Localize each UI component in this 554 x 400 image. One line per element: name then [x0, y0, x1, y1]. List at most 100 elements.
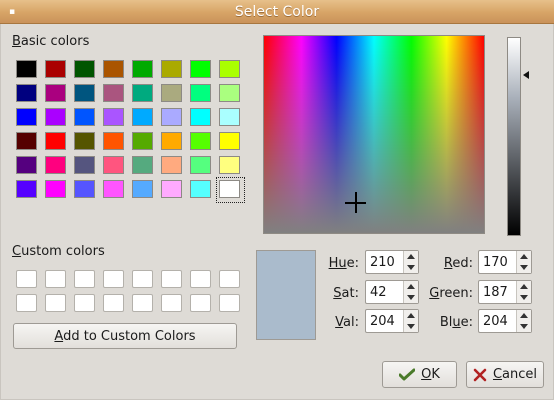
basic-color-swatch[interactable] — [72, 82, 101, 106]
custom-color-slot[interactable] — [217, 268, 246, 292]
basic-colors-grid — [14, 58, 245, 203]
green-down-arrow-icon[interactable] — [520, 295, 528, 300]
basic-color-swatch[interactable] — [14, 106, 43, 130]
basic-color-swatch[interactable] — [43, 106, 72, 130]
basic-color-swatch[interactable] — [43, 178, 72, 202]
val-spinbox[interactable]: 204 — [365, 309, 419, 333]
green-spinbox[interactable]: 187 — [478, 280, 532, 304]
swatch-fill — [219, 132, 240, 150]
custom-color-slot[interactable] — [130, 292, 159, 316]
basic-color-swatch[interactable] — [72, 106, 101, 130]
custom-color-slot[interactable] — [188, 268, 217, 292]
swatch-fill — [16, 60, 37, 78]
basic-color-swatch[interactable] — [159, 178, 188, 202]
val-up-arrow-icon[interactable] — [407, 313, 415, 318]
basic-color-swatch[interactable] — [188, 106, 217, 130]
blue-down-arrow-icon[interactable] — [520, 324, 528, 329]
basic-color-swatch[interactable] — [14, 82, 43, 106]
basic-color-swatch[interactable] — [188, 178, 217, 202]
basic-color-swatch[interactable] — [72, 154, 101, 178]
sat-spinbox[interactable]: 42 — [365, 280, 419, 304]
basic-color-swatch[interactable] — [72, 58, 101, 82]
cancel-button[interactable]: Cancel — [466, 361, 544, 388]
custom-color-slot[interactable] — [43, 268, 72, 292]
basic-color-swatch[interactable] — [43, 154, 72, 178]
basic-color-swatch[interactable] — [188, 82, 217, 106]
basic-colors-label: Basic colors — [12, 34, 90, 49]
luminance-pointer-icon[interactable] — [523, 71, 529, 79]
swatch-fill — [190, 156, 211, 174]
basic-color-swatch[interactable] — [14, 154, 43, 178]
basic-color-swatch[interactable] — [217, 58, 246, 82]
custom-color-slot[interactable] — [188, 292, 217, 316]
blue-up-arrow-icon[interactable] — [520, 313, 528, 318]
basic-color-swatch[interactable] — [217, 82, 246, 106]
basic-color-swatch[interactable] — [14, 178, 43, 202]
val-label: Val: — [335, 315, 359, 330]
custom-color-slot[interactable] — [101, 292, 130, 316]
custom-color-slot[interactable] — [14, 268, 43, 292]
basic-color-swatch[interactable] — [130, 106, 159, 130]
basic-color-swatch[interactable] — [101, 106, 130, 130]
basic-color-swatch[interactable] — [130, 178, 159, 202]
crosshair-cursor-icon[interactable] — [345, 192, 366, 213]
hue-down-arrow-icon[interactable] — [407, 265, 415, 270]
basic-color-swatch[interactable] — [101, 178, 130, 202]
sat-up-arrow-icon[interactable] — [407, 284, 415, 289]
val-down-arrow-icon[interactable] — [407, 324, 415, 329]
custom-color-slot[interactable] — [14, 292, 43, 316]
red-down-arrow-icon[interactable] — [520, 265, 528, 270]
blue-spinbox[interactable]: 204 — [478, 309, 532, 333]
basic-color-swatch[interactable] — [159, 130, 188, 154]
basic-color-swatch[interactable] — [217, 130, 246, 154]
hue-up-arrow-icon[interactable] — [407, 254, 415, 259]
basic-color-swatch[interactable] — [72, 130, 101, 154]
custom-color-slot[interactable] — [130, 268, 159, 292]
sat-down-arrow-icon[interactable] — [407, 295, 415, 300]
basic-color-swatch[interactable] — [217, 106, 246, 130]
custom-color-slot[interactable] — [217, 292, 246, 316]
basic-color-swatch[interactable] — [130, 58, 159, 82]
basic-color-swatch[interactable] — [159, 154, 188, 178]
add-to-custom-colors-button[interactable]: Add to Custom Colors — [13, 323, 237, 349]
swatch-fill — [45, 108, 66, 126]
basic-color-swatch[interactable] — [14, 130, 43, 154]
basic-color-swatch[interactable] — [216, 177, 246, 203]
basic-color-swatch[interactable] — [188, 154, 217, 178]
custom-color-slot[interactable] — [72, 268, 101, 292]
ok-button[interactable]: OK — [382, 361, 457, 388]
custom-swatch-fill — [190, 270, 211, 288]
basic-color-swatch[interactable] — [130, 130, 159, 154]
green-up-arrow-icon[interactable] — [520, 284, 528, 289]
basic-color-swatch[interactable] — [43, 58, 72, 82]
custom-color-slot[interactable] — [43, 292, 72, 316]
basic-color-swatch[interactable] — [101, 82, 130, 106]
basic-color-swatch[interactable] — [217, 154, 246, 178]
basic-color-swatch[interactable] — [101, 58, 130, 82]
basic-color-swatch[interactable] — [43, 82, 72, 106]
custom-swatch-fill — [219, 270, 240, 288]
basic-color-swatch[interactable] — [188, 130, 217, 154]
basic-color-swatch[interactable] — [159, 106, 188, 130]
basic-color-swatch[interactable] — [101, 130, 130, 154]
hue-saturation-spectrum[interactable] — [263, 35, 485, 234]
custom-color-slot[interactable] — [72, 292, 101, 316]
swatch-fill — [45, 132, 66, 150]
luminance-slider[interactable] — [507, 37, 521, 236]
basic-color-swatch[interactable] — [130, 82, 159, 106]
basic-color-swatch[interactable] — [43, 130, 72, 154]
basic-color-swatch[interactable] — [130, 154, 159, 178]
basic-color-swatch[interactable] — [14, 58, 43, 82]
custom-color-slot[interactable] — [159, 268, 188, 292]
red-spinbox[interactable]: 170 — [478, 250, 532, 274]
basic-color-swatch[interactable] — [159, 58, 188, 82]
red-up-arrow-icon[interactable] — [520, 254, 528, 259]
basic-color-swatch[interactable] — [101, 154, 130, 178]
basic-color-swatch[interactable] — [72, 178, 101, 202]
custom-color-slot[interactable] — [101, 268, 130, 292]
custom-color-slot[interactable] — [159, 292, 188, 316]
basic-color-swatch[interactable] — [188, 58, 217, 82]
hue-spinbox[interactable]: 210 — [365, 250, 419, 274]
basic-color-swatch[interactable] — [159, 82, 188, 106]
swatch-fill — [219, 108, 240, 126]
